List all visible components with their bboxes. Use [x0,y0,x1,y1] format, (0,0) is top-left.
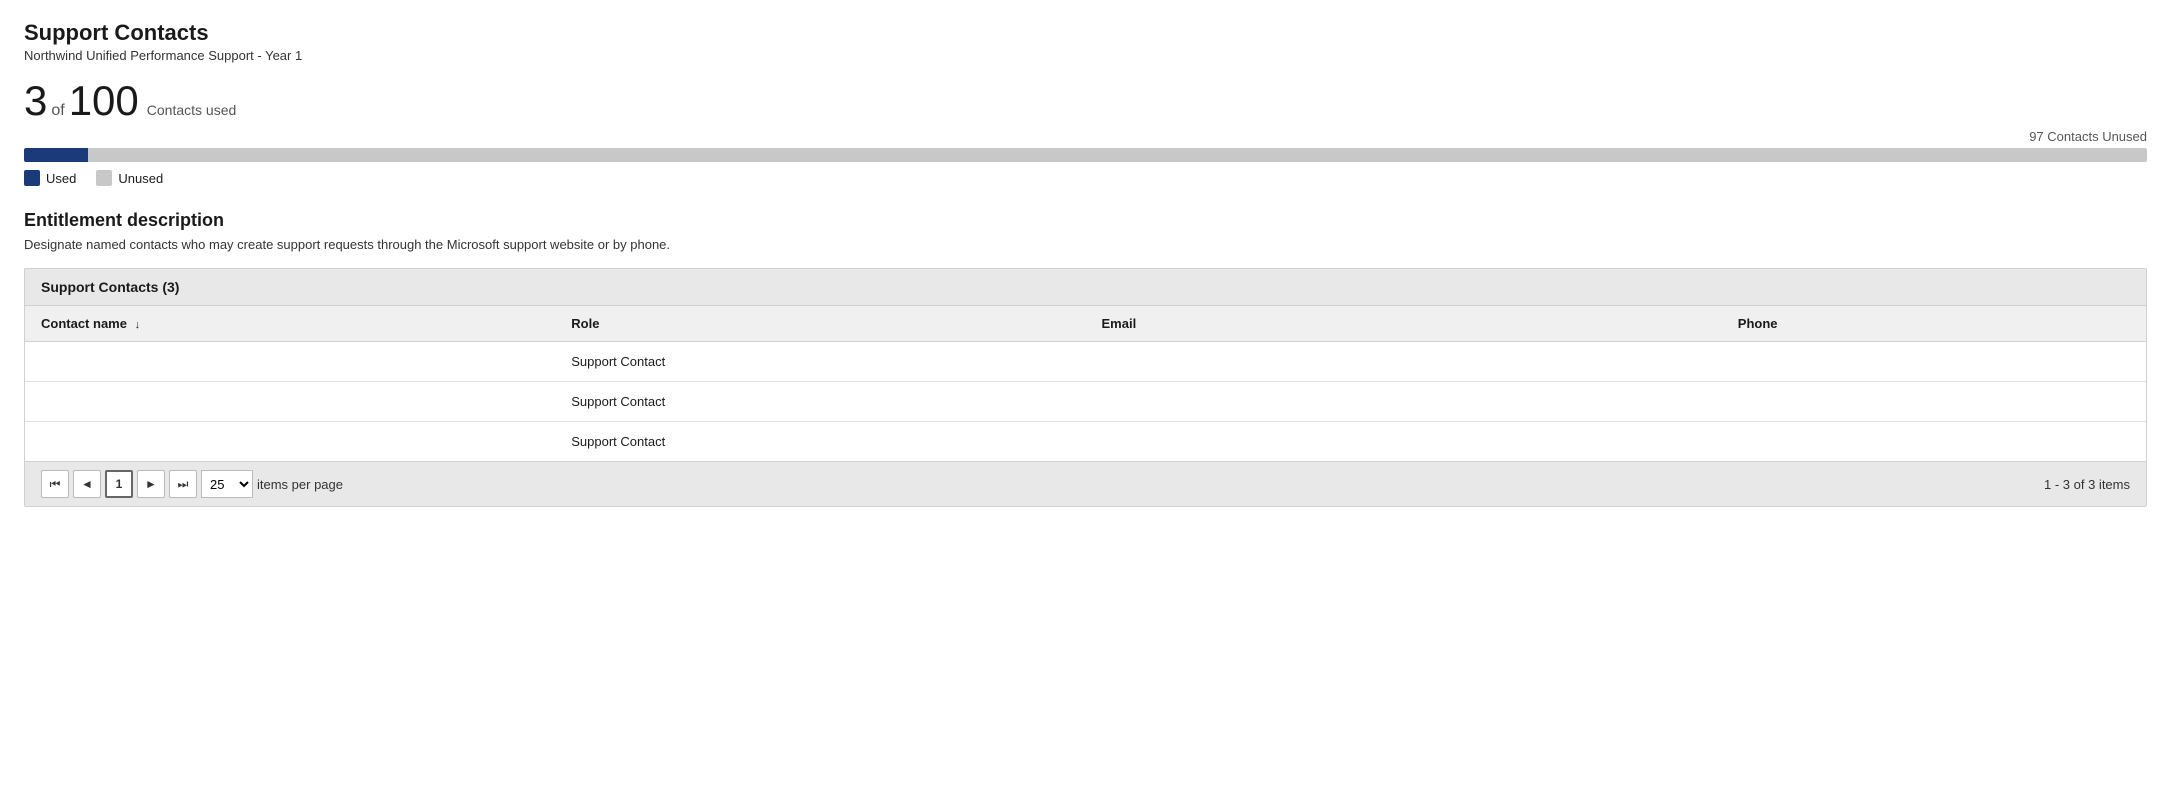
page-size-select[interactable]: 25 50 100 [201,470,253,498]
col-header-phone: Phone [1722,306,2146,342]
items-per-page-label: items per page [257,477,343,492]
page-title: Support Contacts [24,20,2147,46]
first-page-button[interactable]: ⏮ [41,470,69,498]
legend: Used Unused [24,170,2147,186]
table-row: Support Contact [25,342,2146,382]
used-legend-label: Used [46,171,76,186]
count-used: 3 [24,77,47,125]
legend-used: Used [24,170,76,186]
col-header-role: Role [555,306,1085,342]
pagination: ⏮ ◄ 1 ► ⏭ 25 50 100 items per page 1 - 3… [25,461,2146,506]
cell-name-0 [25,342,555,382]
cell-email-2 [1086,422,1722,462]
sort-arrow-icon: ↓ [135,319,141,331]
legend-unused: Unused [96,170,163,186]
used-swatch [24,170,40,186]
cell-phone-0 [1722,342,2146,382]
last-page-button[interactable]: ⏭ [169,470,197,498]
table-section-header: Support Contacts (3) [25,269,2146,306]
entitlement-description: Designate named contacts who may create … [24,237,2147,252]
entitlement-title: Entitlement description [24,210,2147,231]
cell-name-1 [25,382,555,422]
table-row: Support Contact [25,382,2146,422]
page-1-button[interactable]: 1 [105,470,133,498]
cell-phone-1 [1722,382,2146,422]
cell-email-0 [1086,342,1722,382]
subtitle: Northwind Unified Performance Support - … [24,48,2147,63]
next-page-button[interactable]: ► [137,470,165,498]
support-contacts-table: Support Contacts (3) Contact name ↓ Role… [24,268,2147,507]
unused-legend-label: Unused [118,171,163,186]
unused-contacts-label: 97 Contacts Unused [24,129,2147,144]
cell-email-1 [1086,382,1722,422]
col-header-name[interactable]: Contact name ↓ [25,306,555,342]
cell-role-2: Support Contact [555,422,1085,462]
cell-phone-2 [1722,422,2146,462]
table-row: Support Contact [25,422,2146,462]
cell-role-1: Support Contact [555,382,1085,422]
cell-role-0: Support Contact [555,342,1085,382]
count-of-text: of [51,102,64,120]
count-total: 100 [69,77,139,125]
unused-swatch [96,170,112,186]
contacts-used-label: Contacts used [147,102,237,118]
progress-bar-fill [24,148,88,162]
cell-name-2 [25,422,555,462]
items-count: 1 - 3 of 3 items [2044,477,2130,492]
col-header-email: Email [1086,306,1722,342]
table-header-row: Contact name ↓ Role Email Phone [25,306,2146,342]
progress-bar-container [24,148,2147,162]
prev-page-button[interactable]: ◄ [73,470,101,498]
contacts-count: 3 of 100 Contacts used [24,77,2147,125]
